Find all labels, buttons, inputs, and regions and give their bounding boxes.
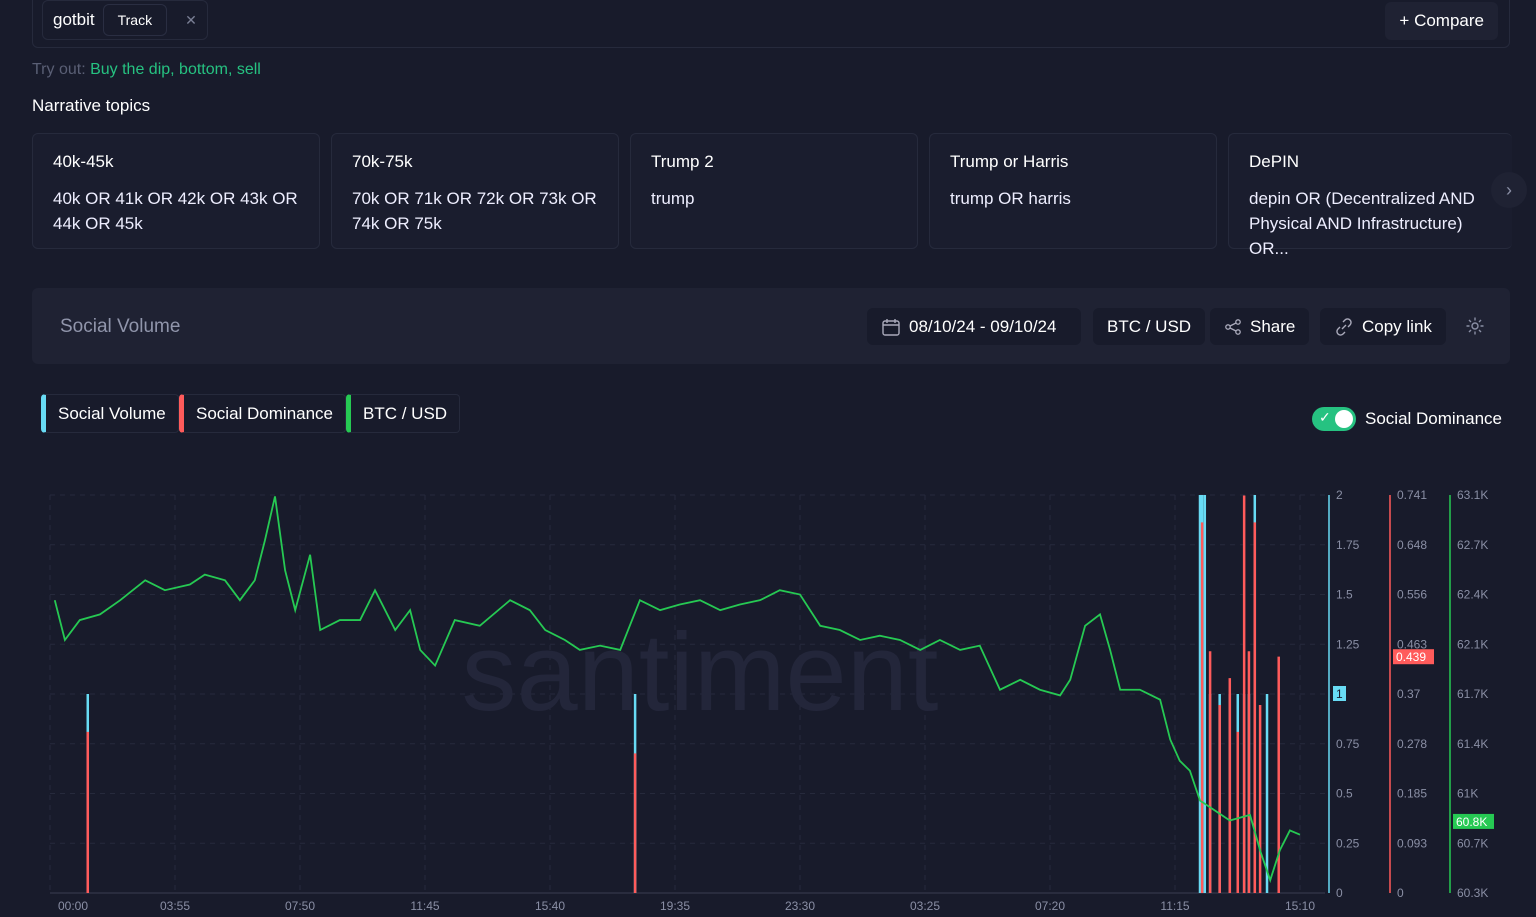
y-tick-label: 0.648 xyxy=(1397,538,1427,552)
link-icon xyxy=(1336,317,1352,336)
search-bar xyxy=(32,0,1510,48)
topic-card[interactable]: Trump or Harris trump OR harris xyxy=(929,133,1217,249)
check-icon: ✓ xyxy=(1319,409,1331,425)
current-value-text: 1 xyxy=(1336,687,1343,701)
y-tick-label: 0.5 xyxy=(1336,787,1353,801)
topic-query: 40k OR 41k OR 42k OR 43k OR 44k OR 45k xyxy=(53,189,298,233)
y-tick-label: 0.556 xyxy=(1397,588,1427,602)
copy-link-button[interactable]: Copy link xyxy=(1320,308,1446,345)
y-tick-label: 2 xyxy=(1336,488,1343,502)
x-tick-label: 07:50 xyxy=(285,899,315,913)
try-out: Try out: Buy the dip, bottom, sell xyxy=(32,61,261,79)
topic-query: 70k OR 71k OR 72k OR 73k OR 74k OR 75k xyxy=(352,189,597,233)
social-dominance-toggle[interactable]: ✓ xyxy=(1312,407,1356,431)
y-tick-label: 0.278 xyxy=(1397,737,1427,751)
share-label: Share xyxy=(1250,316,1296,336)
y-tick-label: 62.1K xyxy=(1457,637,1488,651)
toggle-label: Social Dominance xyxy=(1365,409,1503,428)
y-tick-label: 0.093 xyxy=(1397,836,1427,850)
keyword-chip: gotbit Track ✕ xyxy=(42,0,208,40)
topic-query: trump xyxy=(651,189,695,208)
x-tick-label: 00:00 xyxy=(58,899,88,913)
keyword-text: gotbit xyxy=(53,10,95,29)
current-value-text: 0.439 xyxy=(1396,650,1426,664)
track-button[interactable]: Track xyxy=(102,4,168,36)
topic-card[interactable]: 70k-75k 70k OR 71k OR 72k OR 73k OR 74k O… xyxy=(331,133,619,249)
topic-card[interactable]: Trump 2 trump xyxy=(630,133,918,249)
legend-social-dominance[interactable]: Social Dominance xyxy=(179,394,347,433)
x-tick-label: 23:30 xyxy=(785,899,815,913)
share-icon xyxy=(1225,318,1241,335)
watermark: santiment xyxy=(462,611,939,734)
y-tick-label: 60.3K xyxy=(1457,886,1488,900)
date-range-text: 08/10/24 - 09/10/24 xyxy=(909,316,1057,336)
x-tick-label: 11:45 xyxy=(410,899,439,913)
share-button[interactable]: Share xyxy=(1210,308,1310,345)
topic-title: 70k-75k xyxy=(352,152,413,171)
y-tick-label: 0 xyxy=(1397,886,1404,900)
topic-title: 40k-45k xyxy=(53,152,114,171)
settings-gear-icon[interactable] xyxy=(1465,316,1485,341)
y-tick-label: 62.7K xyxy=(1457,538,1488,552)
topic-query: trump OR harris xyxy=(950,189,1071,208)
y-tick-label: 0.741 xyxy=(1397,488,1427,502)
y-tick-label: 1.25 xyxy=(1336,637,1360,651)
topic-title: Trump or Harris xyxy=(950,152,1069,171)
calendar-icon xyxy=(882,318,900,336)
x-tick-label: 03:25 xyxy=(910,899,940,913)
close-icon[interactable]: ✕ xyxy=(185,12,197,29)
topic-title: Trump 2 xyxy=(651,152,714,171)
chart[interactable]: 00:00 03:55 07:50 11:45 15:40 19:35 23:30 03:25… xyxy=(0,470,1536,917)
x-tick-label: 15:10 xyxy=(1285,899,1315,913)
y-tick-label: 0.25 xyxy=(1336,836,1360,850)
topic-title: DePIN xyxy=(1249,152,1300,171)
x-tick-label: 19:35 xyxy=(660,899,690,913)
y-tick-label: 61K xyxy=(1457,787,1478,801)
x-tick-label: 15:40 xyxy=(535,899,565,913)
try-out-suggestions[interactable]: Buy the dip, bottom, sell xyxy=(90,61,261,78)
legend-social-volume[interactable]: Social Volume xyxy=(41,394,179,433)
topic-card[interactable]: 40k-45k 40k OR 41k OR 42k OR 43k OR 44k O… xyxy=(32,133,320,249)
copy-link-label: Copy link xyxy=(1362,316,1432,336)
narrative-topics-title: Narrative topics xyxy=(32,96,151,115)
y-tick-label: 0 xyxy=(1336,886,1343,900)
pair-button[interactable]: BTC / USD xyxy=(1093,308,1206,345)
date-range-button[interactable]: 08/10/24 - 09/10/24 xyxy=(867,308,1081,345)
x-tick-label: 03:55 xyxy=(160,899,190,913)
y-tick-label: 0.463 xyxy=(1397,637,1427,651)
x-tick-label: 11:15 xyxy=(1160,899,1189,913)
chevron-right-icon[interactable]: › xyxy=(1491,172,1527,208)
topic-query: depin OR (Decentralized AND Physical AND… xyxy=(1249,189,1475,258)
topic-card[interactable]: DePIN depin OR (Decentralized AND Physica… xyxy=(1228,133,1512,258)
y-tick-label: 61.4K xyxy=(1457,737,1488,751)
y-tick-label: 61.7K xyxy=(1457,687,1488,701)
y-tick-label: 0.75 xyxy=(1336,737,1360,751)
y-tick-label: 60.7K xyxy=(1457,836,1488,850)
y-tick-label: 0.37 xyxy=(1397,687,1421,701)
compare-button[interactable]: + Compare xyxy=(1385,2,1498,40)
legend-btc-usd[interactable]: BTC / USD xyxy=(346,394,461,433)
try-out-label: Try out: xyxy=(32,61,86,78)
y-tick-label: 63.1K xyxy=(1457,488,1488,502)
panel-title: Social Volume xyxy=(60,316,181,337)
y-tick-label: 0.185 xyxy=(1397,787,1427,801)
y-tick-label: 62.4K xyxy=(1457,588,1488,602)
x-tick-label: 07:20 xyxy=(1035,899,1065,913)
y-tick-label: 1.75 xyxy=(1336,538,1360,552)
current-value-text: 60.8K xyxy=(1456,815,1487,829)
y-tick-label: 1.5 xyxy=(1336,588,1353,602)
